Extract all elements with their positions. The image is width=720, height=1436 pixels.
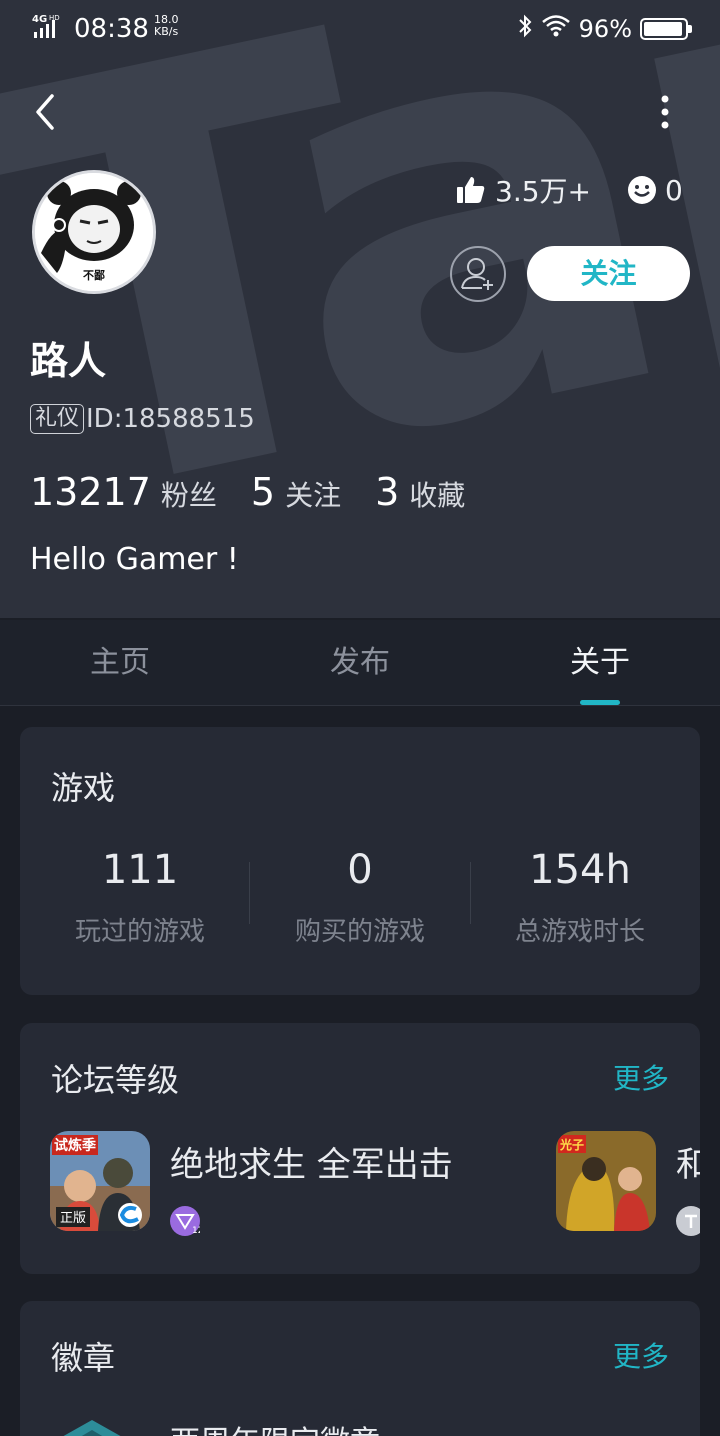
badge-name[interactable]: 两周年限定徽章 — [170, 1417, 380, 1436]
battery-level — [644, 22, 683, 36]
user-bio: Hello Gamer ! — [30, 542, 239, 577]
level-badge-icon — [676, 1206, 700, 1236]
svg-text:4G: 4G — [32, 14, 47, 25]
profile-tabs: 主页 发布 关于 — [0, 620, 720, 706]
playtime-value: 154h — [529, 847, 631, 893]
battery-cap — [688, 25, 692, 33]
chevron-left-icon — [36, 94, 54, 130]
badges-more-link[interactable]: 更多 — [613, 1335, 669, 1375]
battery-percent: 96% — [578, 15, 632, 43]
following-count[interactable]: 5 — [251, 470, 275, 514]
purchased-games-value: 0 — [347, 847, 373, 893]
favorites-count[interactable]: 3 — [375, 470, 399, 514]
forum-game-name: 和 — [676, 1145, 700, 1185]
panda-meme-image: 不鄙 — [35, 173, 153, 291]
fans-count[interactable]: 13217 — [30, 470, 151, 514]
back-button[interactable] — [28, 92, 68, 132]
likes-count: 3.5万+ — [495, 175, 591, 208]
svg-text:12: 12 — [192, 1226, 200, 1236]
active-tab-indicator — [580, 700, 620, 705]
battery-icon — [640, 18, 692, 40]
forum-level-item[interactable]: 试炼季 正版 绝地求生 全军出击 12 — [50, 1131, 453, 1236]
svg-text:正版: 正版 — [60, 1211, 86, 1226]
add-friend-button[interactable] — [450, 246, 506, 302]
purchased-games-stat[interactable]: 0 购买的游戏 — [250, 847, 470, 948]
follow-button[interactable]: 关注 — [527, 246, 690, 301]
anniversary-badge-icon[interactable] — [52, 1416, 132, 1436]
more-options-button[interactable] — [650, 92, 680, 132]
reaction-stats: 3.5万+ 0 — [455, 170, 683, 210]
fans-label[interactable]: 粉丝 — [161, 474, 217, 514]
forum-level-title: 论坛等级 — [51, 1061, 180, 1099]
played-games-stat[interactable]: 111 玩过的游戏 — [30, 847, 250, 948]
tab-home[interactable]: 主页 — [0, 620, 240, 706]
avatar[interactable]: 不鄙 — [32, 170, 156, 294]
smiles-stat[interactable]: 0 — [627, 174, 683, 207]
bluetooth-icon — [517, 14, 533, 44]
forum-game-name: 绝地求生 全军出击 — [170, 1145, 453, 1185]
signal-icon: 4G HD — [32, 12, 68, 46]
status-right: 96% — [517, 14, 692, 44]
clock: 08:38 — [74, 14, 149, 44]
follow-counts: 13217 粉丝 5 关注 3 收藏 — [30, 470, 499, 514]
played-games-label: 玩过的游戏 — [74, 917, 205, 947]
playtime-stat[interactable]: 154h 总游戏时长 — [470, 847, 690, 948]
level-badge-icon: 12 — [170, 1206, 203, 1236]
pubg-game-icon: 试炼季 正版 — [50, 1131, 150, 1231]
user-id-row: 礼仪 ID:18588515 — [30, 404, 255, 434]
purchased-games-label: 购买的游戏 — [294, 917, 425, 947]
games-card: 游戏 111 玩过的游戏 0 购买的游戏 154h 总游戏时长 — [20, 727, 700, 995]
thumbs-up-icon — [457, 177, 485, 203]
svg-text:光子: 光子 — [559, 1137, 584, 1152]
forum-level-card: 论坛等级 更多 试炼季 正版 绝地求生 全军出击 1 光子 和 — [20, 1023, 700, 1274]
games-card-title: 游戏 — [51, 769, 116, 807]
following-label[interactable]: 关注 — [285, 474, 341, 514]
badges-title: 徽章 — [51, 1339, 116, 1377]
add-user-icon — [461, 258, 493, 290]
user-id: ID:18588515 — [86, 404, 255, 434]
profile-header: Tap 4G HD 08:38 18.0 KB/s 96% 不鄙 3.5万+ 0… — [0, 0, 720, 618]
status-bar: 4G HD 08:38 18.0 KB/s 96% — [0, 0, 720, 56]
smiley-icon — [628, 176, 656, 204]
favorites-label[interactable]: 收藏 — [409, 474, 465, 514]
wifi-icon — [541, 14, 571, 44]
likes-stat[interactable]: 3.5万+ — [455, 170, 591, 210]
username: 路人 — [30, 339, 107, 383]
user-tag-badge[interactable]: 礼仪 — [30, 404, 85, 434]
svg-text:试炼季: 试炼季 — [54, 1137, 96, 1154]
tab-posts[interactable]: 发布 — [240, 620, 480, 706]
svg-text:不鄙: 不鄙 — [83, 269, 105, 282]
more-vertical-icon — [661, 95, 669, 129]
played-games-value: 111 — [101, 847, 179, 893]
forum-level-item[interactable]: 光子 和 — [556, 1131, 700, 1236]
forum-level-more-link[interactable]: 更多 — [613, 1057, 669, 1097]
smiles-count: 0 — [665, 173, 683, 207]
speed-unit: KB/s — [154, 25, 179, 38]
badges-card: 徽章 更多 两周年限定徽章 — [20, 1301, 700, 1436]
network-speed: 18.0 KB/s — [154, 14, 179, 38]
tab-about[interactable]: 关于 — [480, 620, 720, 706]
playtime-label: 总游戏时长 — [514, 917, 645, 947]
game-icon: 光子 — [556, 1131, 656, 1231]
